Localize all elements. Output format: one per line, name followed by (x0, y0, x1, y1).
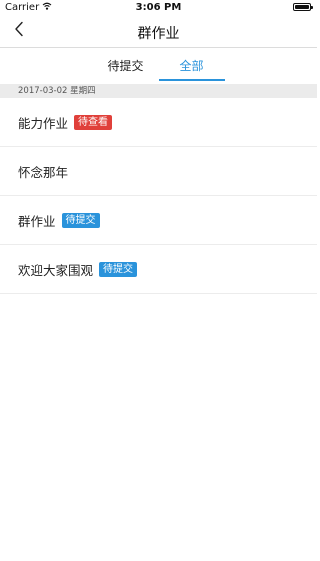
list-item[interactable]: 群作业 待提交 (0, 196, 317, 245)
list-item[interactable]: 怀念那年 (0, 147, 317, 196)
active-tab-indicator (158, 79, 225, 81)
status-badge: 待提交 (61, 212, 100, 228)
tab-label: 待提交 (107, 59, 144, 73)
status-badge: 待查看 (74, 114, 113, 130)
date-section-header: 2017-03-02 星期四 (0, 84, 317, 98)
item-title: 能力作业 (18, 115, 69, 131)
item-title: 欢迎大家围观 (18, 262, 94, 278)
battery-level (295, 5, 309, 9)
status-badge: 待提交 (99, 261, 138, 277)
screen: Carrier 3:06 PM 群作业 待提交 全部 2017-03-02 星期… (0, 0, 317, 561)
segment-tabs: 待提交 全部 (0, 48, 317, 83)
tab-label: 全部 (179, 59, 204, 73)
tab-pending-submit[interactable]: 待提交 (93, 48, 159, 83)
item-title: 群作业 (18, 213, 56, 229)
homework-list: 能力作业 待查看 怀念那年 群作业 待提交 欢迎大家围观 待提交 (0, 98, 317, 294)
tab-all[interactable]: 全部 (158, 48, 225, 83)
list-item[interactable]: 能力作业 待查看 (0, 98, 317, 147)
item-title: 怀念那年 (18, 164, 69, 180)
list-item[interactable]: 欢迎大家围观 待提交 (0, 245, 317, 294)
battery-icon (293, 3, 313, 11)
page-title: 群作业 (137, 26, 180, 42)
navigation-bar: 群作业 (0, 16, 317, 48)
status-time: 3:06 PM (135, 2, 182, 13)
status-bar: Carrier 3:06 PM (0, 0, 317, 16)
